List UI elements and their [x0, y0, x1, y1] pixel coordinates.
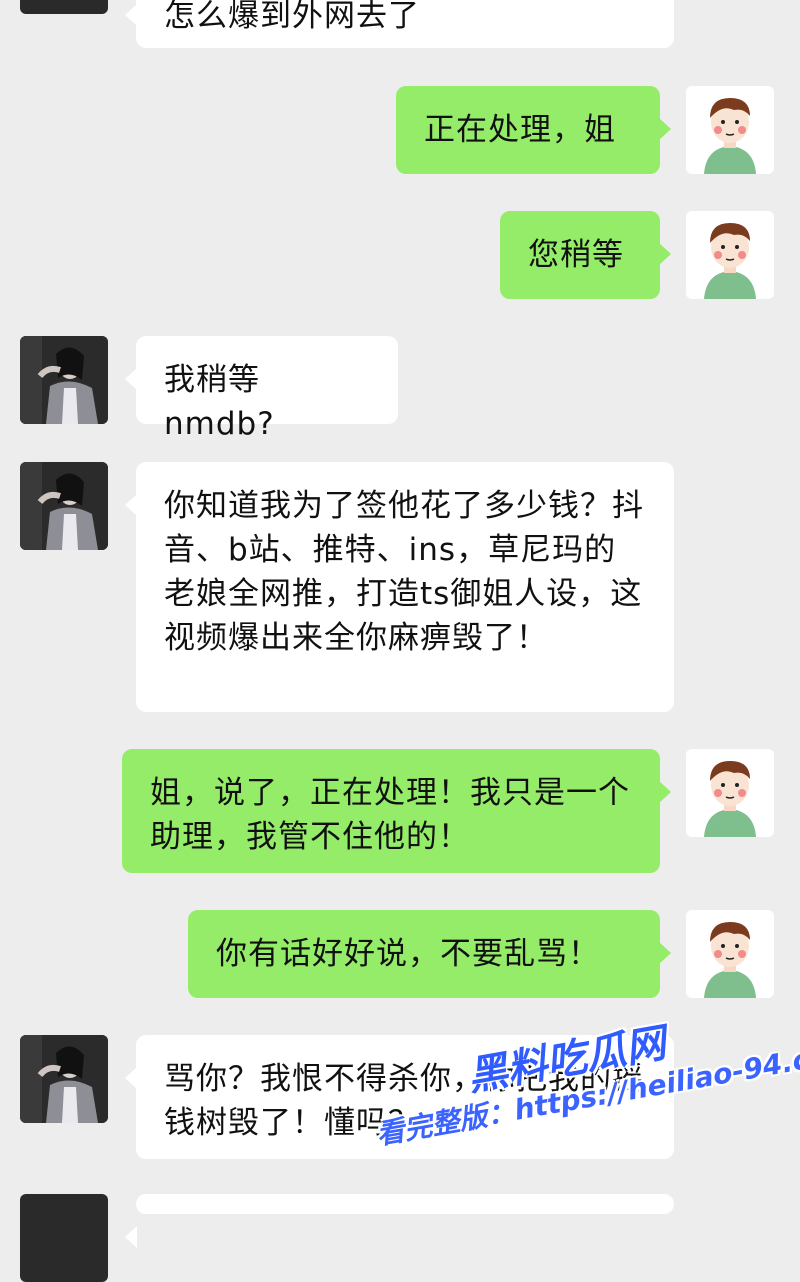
my-avatar[interactable]	[686, 211, 774, 299]
contact-photo-icon	[20, 462, 108, 550]
message-text: 你知道我为了签他花了多少钱？抖音、b站、推特、ins，草尼玛的老娘全网推，打造t…	[164, 488, 644, 656]
message-text: 你有话好好说，不要乱骂！	[216, 936, 600, 972]
contact-avatar[interactable]	[20, 0, 108, 14]
user-avatar-icon	[704, 98, 756, 174]
message-bubble-received: 怎么爆到外网去了	[125, 0, 674, 48]
message-text: 怎么爆到外网去了	[164, 0, 420, 34]
user-avatar-icon	[704, 922, 756, 998]
message-text: 我稍等nmdb?	[164, 362, 275, 442]
message-bubble-sent: 正在处理，姐	[396, 86, 671, 174]
user-avatar-icon	[704, 223, 756, 299]
message-bubble-sent: 你有话好好说，不要乱骂！	[188, 910, 671, 998]
my-avatar[interactable]	[686, 749, 774, 837]
my-avatar[interactable]	[686, 86, 774, 174]
message-bubble-received: 我稍等nmdb?	[125, 336, 398, 442]
contact-avatar[interactable]	[20, 1035, 108, 1123]
my-avatar[interactable]	[686, 910, 774, 998]
message-bubble-sent: 姐，说了，正在处理！我只是一个助理，我管不住他的！	[122, 749, 671, 873]
contact-photo-icon	[20, 1035, 108, 1123]
contact-avatar[interactable]	[20, 336, 108, 424]
message-text: 正在处理，姐	[424, 112, 616, 148]
message-text: 您稍等	[528, 237, 624, 273]
contact-photo-icon	[20, 336, 108, 424]
message-bubble-received: 你知道我为了签他花了多少钱？抖音、b站、推特、ins，草尼玛的老娘全网推，打造t…	[125, 462, 674, 712]
message-bubble-received	[125, 1194, 674, 1248]
message-text: 骂你？我恨不得杀你，你把我的摇钱树毁了！懂吗？	[164, 1061, 644, 1141]
message-text: 姐，说了，正在处理！我只是一个助理，我管不住他的！	[150, 775, 630, 855]
user-avatar-icon	[704, 761, 756, 837]
message-bubble-received: 骂你？我恨不得杀你，你把我的摇钱树毁了！懂吗？	[125, 1035, 674, 1159]
contact-avatar[interactable]	[20, 462, 108, 550]
contact-avatar[interactable]	[20, 1194, 108, 1282]
message-bubble-sent: 您稍等	[500, 211, 671, 299]
